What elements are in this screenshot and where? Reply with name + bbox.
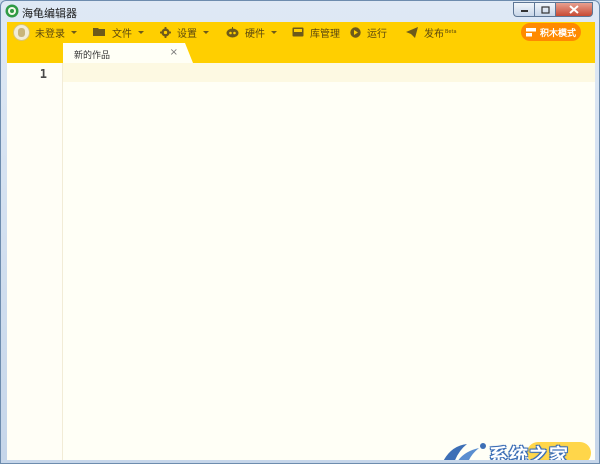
gear-icon <box>160 26 171 38</box>
tab-label: 新的作品 <box>74 51 111 61</box>
app-logo-icon <box>5 4 19 18</box>
toolbar: 未登录 文件 设置 硬件 库管理 运行 发布 Beta 积木模式 新的作品 × <box>7 22 595 63</box>
block-mode-button[interactable]: 积木模式 <box>521 23 581 41</box>
inbox-icon <box>292 27 304 37</box>
maximize-icon <box>540 5 550 14</box>
window-controls <box>513 2 593 17</box>
hardware-menu[interactable]: 硬件 <box>226 22 277 42</box>
login-menu[interactable]: 未登录 <box>13 22 77 42</box>
blocks-icon <box>525 27 536 36</box>
watermark: 系统之家 <box>433 436 593 460</box>
login-label: 未登录 <box>35 28 65 40</box>
library-label: 库管理 <box>310 28 340 40</box>
title-bar[interactable]: 海龟编辑器 <box>1 1 599 23</box>
maximize-button[interactable] <box>534 2 555 17</box>
file-label: 文件 <box>112 28 132 40</box>
settings-menu[interactable]: 设置 <box>160 22 209 42</box>
minimize-button[interactable] <box>513 2 534 17</box>
run-menu[interactable]: 运行 <box>350 22 387 42</box>
beta-badge: Beta <box>445 29 457 35</box>
publish-menu[interactable]: 发布 Beta <box>406 22 457 42</box>
publish-label: 发布 <box>424 28 444 40</box>
close-icon <box>569 5 579 14</box>
chevron-down-icon <box>71 30 77 34</box>
minimize-icon <box>520 9 528 12</box>
app-window: 海龟编辑器 未登录 文件 设置 硬件 库管理 运行 发布 Beta 积木模式 新… <box>0 0 600 464</box>
library-menu[interactable]: 库管理 <box>292 22 340 42</box>
code-editor[interactable] <box>63 82 595 460</box>
line-number: 1 <box>39 67 47 81</box>
settings-label: 设置 <box>177 28 197 40</box>
block-mode-label: 积木模式 <box>539 28 576 39</box>
run-label: 运行 <box>367 28 387 40</box>
hardware-label: 硬件 <box>245 28 265 40</box>
play-icon <box>350 26 361 38</box>
window-title: 海龟编辑器 <box>22 7 77 20</box>
tab-new-work[interactable]: 新的作品 × <box>63 43 193 63</box>
paper-plane-icon <box>406 26 418 38</box>
client-area: 未登录 文件 设置 硬件 库管理 运行 发布 Beta 积木模式 新的作品 × … <box>7 22 595 460</box>
close-button[interactable] <box>555 2 593 17</box>
watermark-logo-icon <box>443 443 486 460</box>
line-number-gutter: 1 <box>7 63 63 460</box>
chevron-down-icon <box>138 30 144 34</box>
file-menu[interactable]: 文件 <box>93 22 144 42</box>
chevron-down-icon <box>203 30 209 34</box>
watermark-text: 系统之家 <box>489 445 570 460</box>
folder-icon <box>93 28 105 36</box>
chevron-down-icon <box>271 30 277 34</box>
robot-icon <box>226 26 239 37</box>
tab-close-icon[interactable]: × <box>170 47 178 58</box>
avatar <box>13 23 30 41</box>
active-line-highlight[interactable] <box>63 63 595 82</box>
